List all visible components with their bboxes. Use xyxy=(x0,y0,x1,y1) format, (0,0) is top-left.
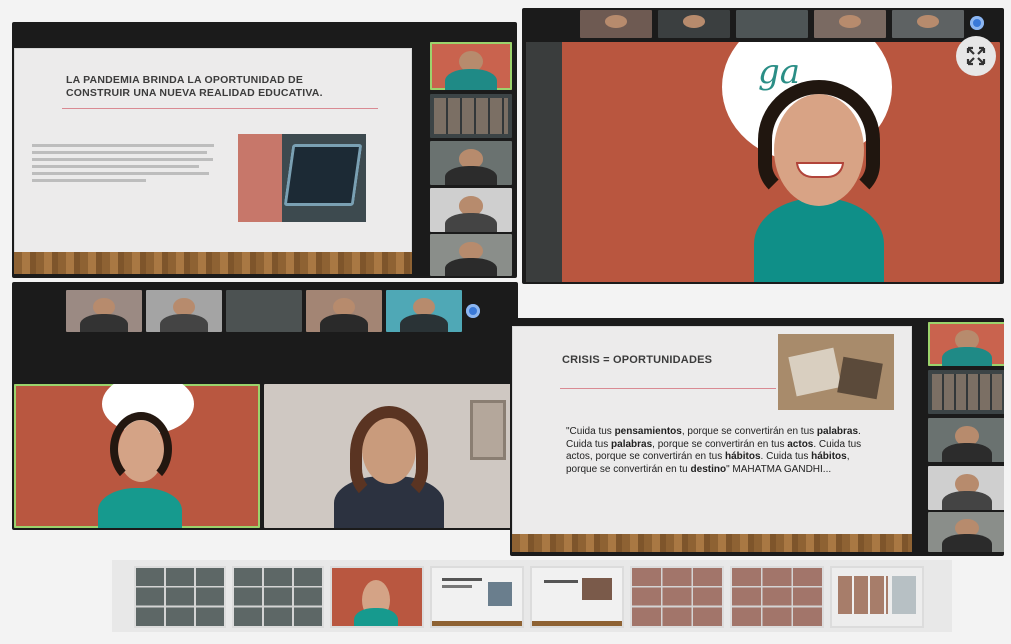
video-tile-participant-b[interactable] xyxy=(430,188,512,232)
slide-title-line2: CONSTRUIR UNA NUEVA REALIDAD EDUCATIVA. xyxy=(66,87,323,100)
quote-segment: " MAHATMA GANDHI... xyxy=(726,463,832,475)
thumb-7[interactable] xyxy=(730,566,824,628)
slide-title-underline xyxy=(62,108,378,109)
slide-title: LA PANDEMIA BRINDA LA OPORTUNIDAD DE CON… xyxy=(66,74,323,100)
crisis-slide-floor xyxy=(512,534,912,552)
strip-tile-2[interactable] xyxy=(658,10,730,38)
session-top-left: LA PANDEMIA BRINDA LA OPORTUNIDAD DE CON… xyxy=(12,22,517,278)
thumb-3[interactable] xyxy=(330,566,424,628)
quote-segment: palabras xyxy=(611,438,653,450)
middle-thumbnail-strip xyxy=(66,290,486,332)
quote-segment: , porque se convertirán en tus xyxy=(652,438,788,450)
top-thumbnail-strip xyxy=(580,10,984,38)
mid-strip-tile-1[interactable] xyxy=(66,290,142,332)
slide-body-text xyxy=(32,140,222,200)
mid-strip-tile-4[interactable] xyxy=(306,290,382,332)
thumb-2[interactable] xyxy=(232,566,324,628)
participants-indicator-icon[interactable] xyxy=(970,16,984,30)
slide-crisis: CRISIS = OPORTUNIDADES "Cuida tus pensam… xyxy=(512,326,912,552)
video-tile-host-large[interactable] xyxy=(14,384,260,528)
crisis-title-underline xyxy=(560,388,776,389)
thumb-5[interactable] xyxy=(530,566,624,628)
video-tile-participant-c[interactable] xyxy=(430,234,512,276)
slide-title-line1: LA PANDEMIA BRINDA LA OPORTUNIDAD DE xyxy=(66,74,304,86)
quote-segment: . Cuida tus xyxy=(760,451,812,462)
quote-segment: destino xyxy=(690,463,727,475)
video-tile-participant-a[interactable] xyxy=(430,141,512,185)
session-bottom-left xyxy=(12,282,518,530)
video-tile-host[interactable] xyxy=(430,42,512,90)
quote-segment: actos xyxy=(787,438,814,450)
strip-tile-3[interactable] xyxy=(736,10,808,38)
slide-pandemia: LA PANDEMIA BRINDA LA OPORTUNIDAD DE CON… xyxy=(14,48,412,274)
crisis-side-tile-gallery[interactable] xyxy=(928,370,1004,414)
fullscreen-button[interactable] xyxy=(956,36,996,76)
crisis-slide-photo xyxy=(778,334,894,410)
speaker-video[interactable]: ga xyxy=(526,42,1000,282)
mid-strip-tile-2[interactable] xyxy=(146,290,222,332)
quote-segment: "Cuida tus xyxy=(566,426,615,437)
video-tile-gallery[interactable] xyxy=(430,94,512,138)
thumb-6[interactable] xyxy=(630,566,724,628)
thumb-8[interactable] xyxy=(830,566,924,628)
crisis-quote: "Cuida tus pensamientos, porque se conve… xyxy=(566,426,874,476)
strip-tile-4[interactable] xyxy=(814,10,886,38)
thumb-1[interactable] xyxy=(134,566,226,628)
session-bottom-right: CRISIS = OPORTUNIDADES "Cuida tus pensam… xyxy=(510,318,1004,556)
strip-tile-5[interactable] xyxy=(892,10,964,38)
quote-segment: pensamientos xyxy=(614,426,682,437)
thumb-4[interactable] xyxy=(430,566,524,628)
crisis-side-tile-a[interactable] xyxy=(928,418,1004,462)
video-tile-guest[interactable] xyxy=(264,384,516,528)
slide-photo xyxy=(238,134,366,222)
strip-tile-1[interactable] xyxy=(580,10,652,38)
session-thumbnail-strip xyxy=(112,560,952,632)
session-top-right: ga xyxy=(522,8,1004,284)
crisis-side-tile-host[interactable] xyxy=(928,322,1004,366)
crisis-side-tile-b[interactable] xyxy=(928,466,1004,510)
slide-floor xyxy=(14,252,412,274)
participants-indicator-icon-2[interactable] xyxy=(466,304,480,318)
mid-strip-tile-3[interactable] xyxy=(226,290,302,332)
expand-arrows-icon xyxy=(966,46,986,66)
quote-segment: palabras xyxy=(816,426,859,437)
crisis-slide-title: CRISIS = OPORTUNIDADES xyxy=(562,354,713,366)
mid-strip-tile-5[interactable] xyxy=(386,290,462,332)
quote-segment: hábitos xyxy=(811,451,847,462)
quote-segment: hábitos xyxy=(724,451,761,462)
quote-segment: , porque se convertirán en tus xyxy=(681,426,817,437)
crisis-side-tile-c[interactable] xyxy=(928,512,1004,552)
